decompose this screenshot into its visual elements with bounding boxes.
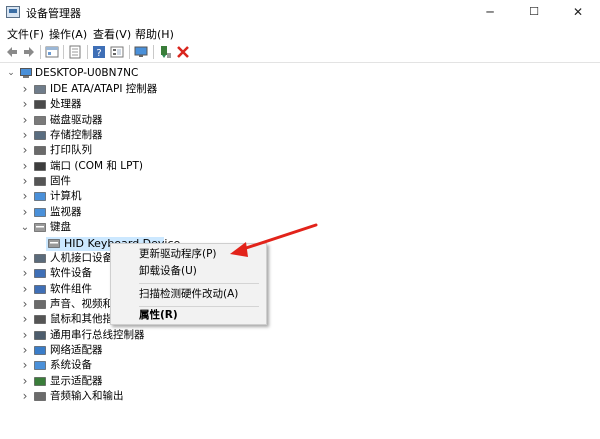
- annotation-arrow: [230, 223, 318, 257]
